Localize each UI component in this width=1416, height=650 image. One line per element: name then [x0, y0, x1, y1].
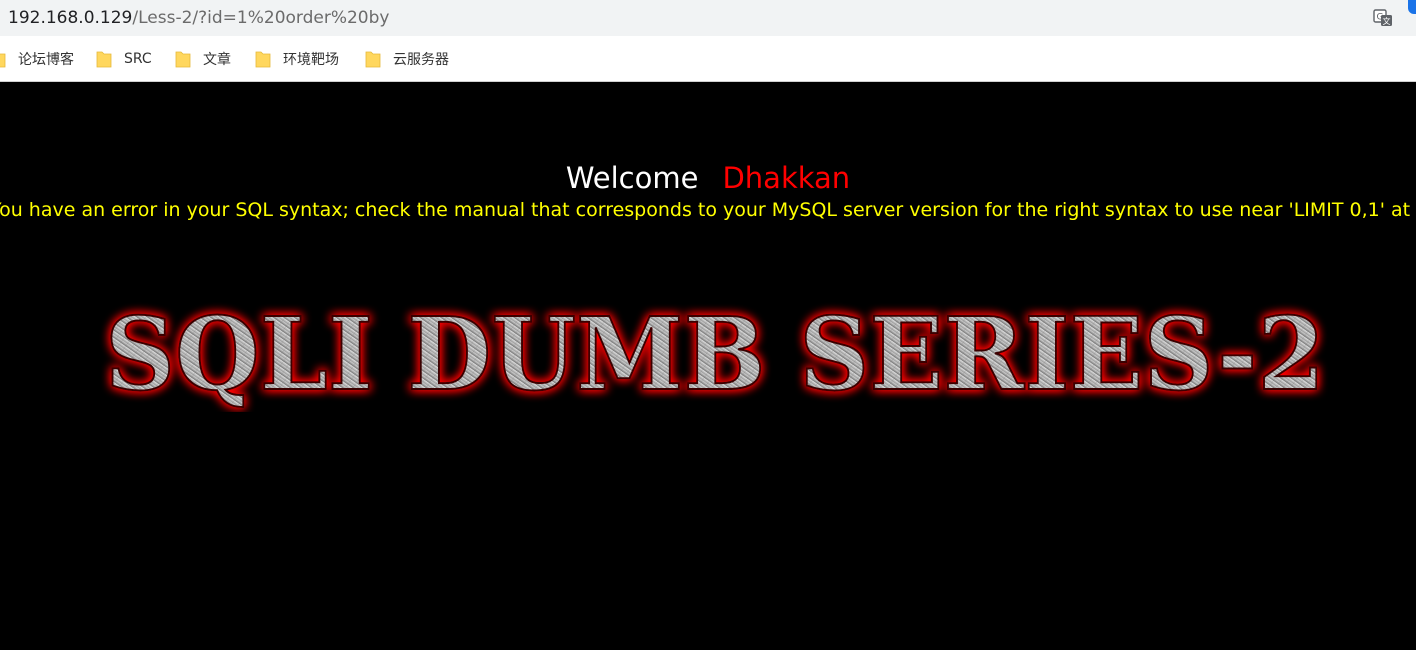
bookmark-articles[interactable]: 文章	[175, 36, 231, 82]
url-host: 192.168.0.129	[8, 8, 133, 28]
folder-icon	[0, 53, 6, 68]
sql-error-message: You have an error in your SQL syntax; ch…	[0, 199, 1416, 221]
bookmark-label: SRC	[124, 51, 152, 67]
bookmark-label: 云服务器	[393, 52, 449, 68]
svg-text:文: 文	[1383, 16, 1391, 26]
url-path: /Less-2/?id=1%20order%20by	[132, 8, 390, 28]
bookmark-src[interactable]: SRC	[96, 36, 152, 82]
welcome-line: Welcome Dhakkan	[0, 160, 1416, 196]
address-bar[interactable]: 192.168.0.129/Less-2/?id=1%20order%20by …	[0, 0, 1416, 36]
banner-text: SQLI DUMB SERIES-2	[105, 295, 1325, 412]
folder-icon	[96, 51, 112, 68]
url-field[interactable]: 192.168.0.129/Less-2/?id=1%20order%20by	[8, 7, 389, 29]
welcome-text: Welcome	[565, 161, 699, 195]
page-content: Welcome Dhakkan You have an error in your…	[0, 82, 1416, 650]
folder-icon	[255, 51, 271, 68]
folder-icon	[365, 51, 381, 68]
title-banner: SQLI DUMB SERIES-2	[104, 294, 1326, 412]
bookmarks-bar: 论坛博客 SRC 文章 环境靶场 云服务器	[0, 36, 1416, 82]
bookmark-forum-blog[interactable]: 论坛博客	[0, 36, 74, 82]
profile-edge-icon	[1408, 0, 1416, 14]
username-text: Dhakkan	[722, 161, 851, 195]
bookmark-label: 论坛博客	[18, 52, 74, 68]
bookmark-label: 环境靶场	[283, 52, 339, 68]
bookmark-cloud-server[interactable]: 云服务器	[365, 36, 449, 82]
bookmark-lab-env[interactable]: 环境靶场	[255, 36, 339, 82]
bookmark-label: 文章	[203, 52, 231, 68]
folder-icon	[175, 51, 191, 68]
translate-icon[interactable]: G 文	[1373, 9, 1393, 27]
